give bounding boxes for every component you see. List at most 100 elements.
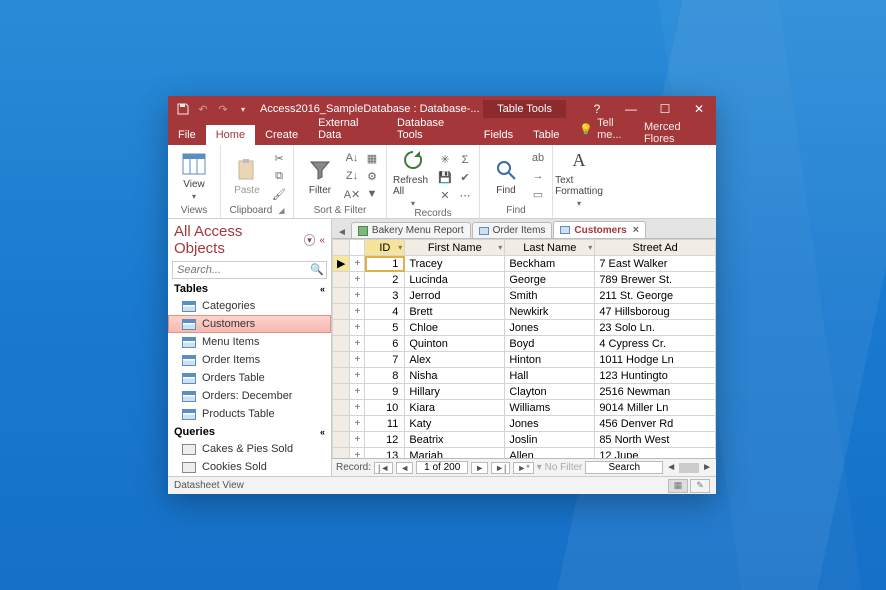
user-name[interactable]: Merced Flores (644, 121, 716, 145)
row-selector[interactable] (333, 384, 350, 400)
expand-icon[interactable]: + (350, 384, 365, 400)
col-first-name[interactable]: First Name▾ (405, 240, 505, 256)
expand-icon[interactable]: + (350, 416, 365, 432)
cell-address[interactable]: 211 St. George (595, 288, 716, 304)
select-all[interactable] (333, 240, 350, 256)
nav-item-categories[interactable]: Categories (168, 297, 331, 315)
cell-address[interactable]: 23 Solo Ln. (595, 320, 716, 336)
cell-address[interactable]: 7 East Walker (595, 256, 716, 272)
cell-id[interactable]: 1 (365, 256, 405, 272)
row-selector[interactable] (333, 336, 350, 352)
cell-last-name[interactable]: Smith (505, 288, 595, 304)
row-selector[interactable] (333, 368, 350, 384)
qat-dropdown-icon[interactable]: ▾ (236, 102, 250, 116)
table-row[interactable]: +10KiaraWilliams9014 Miller Ln (333, 400, 716, 416)
row-selector[interactable] (333, 400, 350, 416)
delete-record-icon[interactable]: ✕ (437, 188, 453, 204)
cell-address[interactable]: 1011 Hodge Ln (595, 352, 716, 368)
row-selector[interactable] (333, 352, 350, 368)
table-row[interactable]: +4BrettNewkirk47 Hillsboroug (333, 304, 716, 320)
nav-item-order-items[interactable]: Order Items (168, 351, 331, 369)
row-selector[interactable] (333, 304, 350, 320)
cell-last-name[interactable]: Hall (505, 368, 595, 384)
cell-last-name[interactable]: Joslin (505, 432, 595, 448)
shutter-icon[interactable]: « (319, 235, 325, 246)
table-row[interactable]: +11KatyJones456 Denver Rd (333, 416, 716, 432)
tab-nav-left-icon[interactable]: ◄ (334, 227, 350, 238)
doctab-order-items[interactable]: Order Items (472, 222, 553, 238)
spelling-icon[interactable]: ✔ (457, 170, 473, 186)
search-input[interactable] (172, 261, 327, 279)
row-selector[interactable] (333, 272, 350, 288)
selection-icon[interactable]: ▦ (364, 150, 380, 166)
table-row[interactable]: +7AlexHinton1011 Hodge Ln (333, 352, 716, 368)
filter-button[interactable]: Filter (300, 157, 340, 196)
cell-first-name[interactable]: Quinton (405, 336, 505, 352)
dialog-launcher-icon[interactable]: ◢ (278, 206, 284, 215)
sort-asc-icon[interactable]: A↓ (344, 150, 360, 166)
cell-id[interactable]: 13 (365, 448, 405, 459)
row-selector[interactable]: ▶ (333, 256, 350, 272)
table-row[interactable]: ▶+1TraceyBeckham7 East Walker (333, 256, 716, 272)
table-row[interactable]: +8NishaHall123 Huntingto (333, 368, 716, 384)
cell-id[interactable]: 11 (365, 416, 405, 432)
more-icon[interactable]: ⋯ (457, 188, 473, 204)
cell-first-name[interactable]: Brett (405, 304, 505, 320)
cell-last-name[interactable]: Jones (505, 416, 595, 432)
cell-id[interactable]: 7 (365, 352, 405, 368)
row-selector[interactable] (333, 416, 350, 432)
cell-first-name[interactable]: Alex (405, 352, 505, 368)
new-record-button[interactable]: ►* (513, 462, 533, 474)
cell-id[interactable]: 2 (365, 272, 405, 288)
tab-database-tools[interactable]: Database Tools (387, 113, 474, 145)
cell-last-name[interactable]: Boyd (505, 336, 595, 352)
expand-icon[interactable]: + (350, 288, 365, 304)
cell-address[interactable]: 2516 Newman (595, 384, 716, 400)
nav-item-cookies-sold[interactable]: Cookies Sold (168, 458, 331, 476)
save-icon[interactable] (176, 102, 190, 116)
nav-item-orders-december[interactable]: Orders: December (168, 387, 331, 405)
close-tab-icon[interactable]: × (633, 224, 639, 236)
tab-file[interactable]: File (168, 125, 206, 145)
cell-address[interactable]: 47 Hillsboroug (595, 304, 716, 320)
select-icon[interactable]: ▭ (530, 186, 546, 202)
maximize-button[interactable]: ☐ (648, 96, 682, 122)
tab-home[interactable]: Home (206, 125, 255, 145)
view-button[interactable]: View ▾ (174, 151, 214, 201)
cell-first-name[interactable]: Nisha (405, 368, 505, 384)
expand-icon[interactable]: + (350, 448, 365, 459)
cell-id[interactable]: 10 (365, 400, 405, 416)
table-row[interactable]: +6QuintonBoyd4 Cypress Cr. (333, 336, 716, 352)
nav-item-orders-table[interactable]: Orders Table (168, 369, 331, 387)
nav-item-cakes-pies-sold[interactable]: Cakes & Pies Sold (168, 440, 331, 458)
row-selector[interactable] (333, 432, 350, 448)
expand-icon[interactable]: + (350, 272, 365, 288)
datasheet-view-button[interactable]: ▦ (668, 479, 688, 493)
text-formatting-button[interactable]: A Text Formatting ▾ (559, 147, 599, 208)
find-button[interactable]: Find (486, 157, 526, 196)
table-row[interactable]: +5ChloeJones23 Solo Ln. (333, 320, 716, 336)
cell-id[interactable]: 5 (365, 320, 405, 336)
advanced-icon[interactable]: ⚙ (364, 168, 380, 184)
tab-table[interactable]: Table (523, 125, 569, 145)
cell-first-name[interactable]: Beatrix (405, 432, 505, 448)
refresh-all-button[interactable]: Refresh All ▾ (393, 147, 433, 208)
paste-button[interactable]: Paste (227, 157, 267, 196)
cell-first-name[interactable]: Jerrod (405, 288, 505, 304)
new-record-icon[interactable]: ✳ (437, 152, 453, 168)
row-selector[interactable] (333, 288, 350, 304)
cell-last-name[interactable]: Hinton (505, 352, 595, 368)
cell-id[interactable]: 4 (365, 304, 405, 320)
cell-id[interactable]: 12 (365, 432, 405, 448)
expand-icon[interactable]: + (350, 320, 365, 336)
tab-external-data[interactable]: External Data (308, 113, 387, 145)
cell-address[interactable]: 85 North West (595, 432, 716, 448)
format-painter-icon[interactable]: 🖌 (271, 186, 287, 202)
cell-first-name[interactable]: Mariah (405, 448, 505, 459)
prev-record-button[interactable]: ◄ (396, 462, 413, 474)
cell-last-name[interactable]: Allen (505, 448, 595, 459)
save-record-icon[interactable]: 💾 (437, 170, 453, 186)
cell-id[interactable]: 8 (365, 368, 405, 384)
cell-address[interactable]: 456 Denver Rd (595, 416, 716, 432)
cut-icon[interactable]: ✂ (271, 150, 287, 166)
